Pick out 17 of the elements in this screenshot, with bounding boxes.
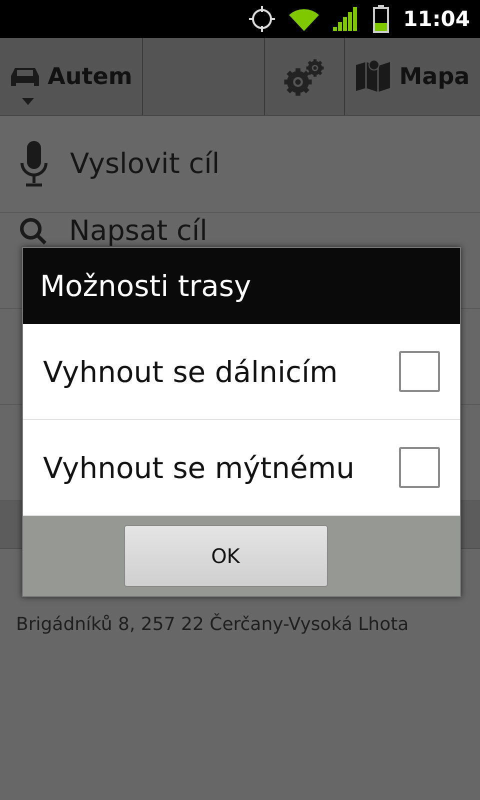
- checkbox[interactable]: [399, 351, 440, 392]
- dropdown-arrow-icon: [22, 98, 34, 105]
- map-icon: [355, 58, 392, 94]
- wifi-icon: [289, 7, 320, 31]
- microphone-icon: [20, 141, 48, 187]
- address-text: Brigádníků 8, 257 22 Čerčany-Vysoká Lhota: [16, 614, 410, 635]
- search-icon: [20, 218, 47, 245]
- settings-icon: [282, 56, 326, 96]
- clock-time: 11:04: [403, 7, 470, 31]
- ok-button[interactable]: OK: [124, 525, 328, 587]
- checkbox[interactable]: [399, 447, 440, 488]
- option-row[interactable]: Vyhnout se mýtnému: [23, 420, 460, 516]
- option-row[interactable]: Vyhnout se dálnicím: [23, 324, 460, 420]
- battery-icon: [373, 5, 390, 33]
- gps-icon: [249, 4, 276, 34]
- dialog-title: Možnosti trasy: [23, 248, 460, 324]
- signal-icon: [333, 7, 360, 31]
